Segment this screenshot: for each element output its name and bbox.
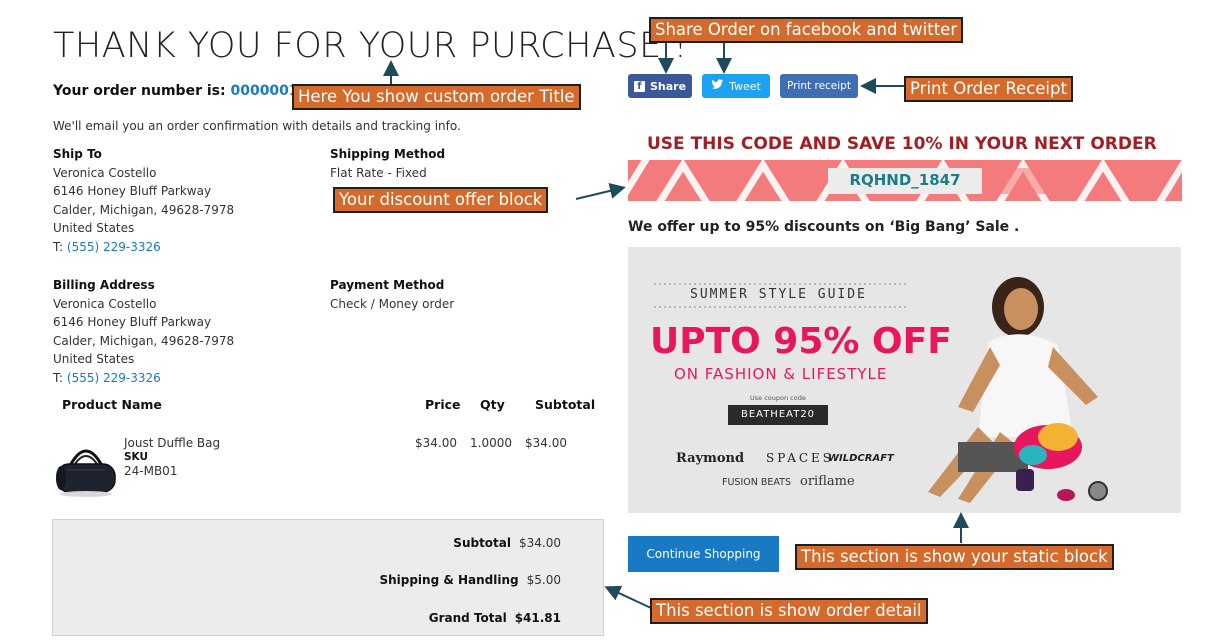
callout-print: Print Order Receipt [904, 76, 1073, 102]
callout-share: Share Order on facebook and twitter [649, 17, 964, 43]
callout-discount: Your discount offer block [333, 187, 549, 213]
callout-order-title: Here You show custom order Title [292, 84, 581, 110]
callout-static-block: This section is show your static block [795, 544, 1114, 570]
callout-order-detail: This section is show order detail [650, 598, 928, 624]
